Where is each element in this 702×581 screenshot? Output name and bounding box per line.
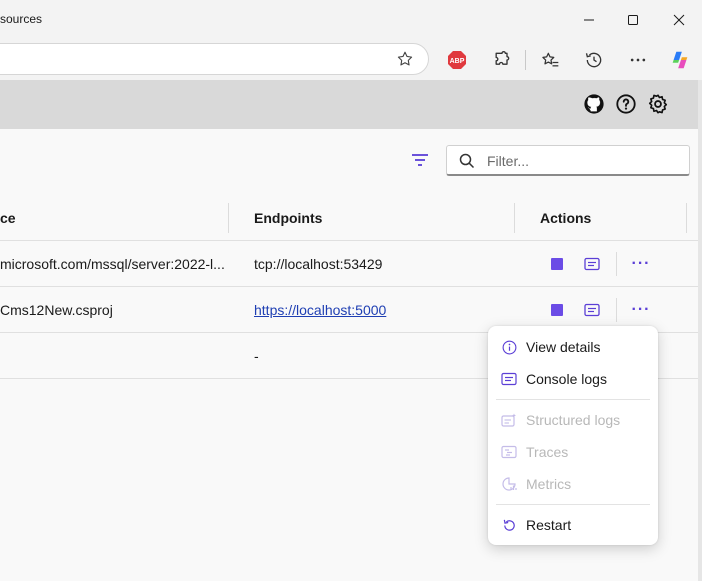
- browser-more-button[interactable]: [626, 48, 650, 72]
- copilot-button[interactable]: [668, 48, 692, 72]
- maximize-icon: [628, 15, 638, 25]
- console-logs-icon: [501, 371, 517, 387]
- menu-item-label: Console logs: [526, 371, 607, 387]
- info-icon: [501, 339, 517, 355]
- help-button[interactable]: [615, 93, 637, 115]
- menu-item-view-details[interactable]: View details: [488, 332, 658, 362]
- restart-icon: [501, 517, 517, 533]
- column-divider[interactable]: [514, 203, 515, 233]
- address-bar[interactable]: [0, 43, 429, 75]
- menu-item-label: Structured logs: [526, 412, 621, 428]
- favorites-button[interactable]: [538, 48, 562, 72]
- source-cell: Cms12New.csproj: [0, 302, 113, 318]
- adblock-text: ABP: [450, 58, 465, 65]
- menu-item-restart[interactable]: Restart: [488, 510, 658, 540]
- filter-button[interactable]: [408, 148, 432, 172]
- menu-item-traces: Traces: [488, 437, 658, 467]
- close-button[interactable]: [657, 0, 701, 40]
- console-logs-icon: [584, 257, 600, 271]
- filter-input-box[interactable]: [446, 145, 690, 176]
- menu-item-structured-logs: Structured logs: [488, 405, 658, 435]
- maximize-button[interactable]: [611, 0, 655, 40]
- menu-item-label: View details: [526, 339, 601, 355]
- github-button[interactable]: [583, 93, 605, 115]
- console-logs-icon: [584, 303, 600, 317]
- window-title: sources: [0, 12, 43, 26]
- column-divider[interactable]: [686, 203, 687, 233]
- menu-item-console-logs[interactable]: Console logs: [488, 364, 658, 394]
- adblock-button[interactable]: ABP: [445, 48, 469, 72]
- stop-button[interactable]: [551, 304, 563, 316]
- adblock-icon: ABP: [448, 51, 466, 69]
- row-context-menu: View details Console logs Structured log…: [488, 326, 658, 545]
- favorite-star-button[interactable]: [393, 47, 417, 71]
- menu-separator: [496, 504, 650, 505]
- star-icon: [397, 51, 413, 66]
- column-header-endpoints[interactable]: Endpoints: [254, 210, 322, 226]
- endpoint-cell: tcp://localhost:53429: [254, 256, 383, 272]
- search-icon: [459, 153, 475, 169]
- menu-separator: [496, 399, 650, 400]
- action-separator: [616, 252, 617, 276]
- traces-icon: [501, 444, 517, 460]
- grid-header: ce Endpoints Actions: [0, 196, 698, 241]
- settings-button[interactable]: [647, 93, 669, 115]
- minimize-button[interactable]: [567, 0, 611, 40]
- menu-item-label: Metrics: [526, 476, 572, 492]
- endpoint-cell: -: [254, 348, 259, 364]
- history-icon: [585, 52, 602, 68]
- copilot-icon: [672, 51, 688, 69]
- more-icon: ···: [631, 255, 651, 272]
- table-row[interactable]: microsoft.com/mssql/server:2022-l... tcp…: [0, 241, 698, 287]
- more-actions-button[interactable]: ···: [630, 299, 652, 321]
- menu-item-metrics: Metrics: [488, 469, 658, 499]
- metrics-icon: [501, 476, 517, 492]
- window-titlebar: sources: [0, 0, 702, 40]
- column-divider[interactable]: [228, 203, 229, 233]
- source-cell: microsoft.com/mssql/server:2022-l...: [0, 256, 225, 272]
- close-icon: [673, 14, 685, 26]
- more-actions-button[interactable]: ···: [630, 253, 652, 275]
- action-separator: [616, 298, 617, 322]
- extensions-button[interactable]: [490, 48, 514, 72]
- extensions-icon: [495, 51, 510, 65]
- console-logs-button[interactable]: [584, 256, 600, 272]
- toolbar-separator: [525, 50, 526, 70]
- github-icon: [584, 94, 604, 114]
- more-icon: ···: [631, 301, 651, 318]
- history-button[interactable]: [582, 48, 606, 72]
- filter-icon: [412, 154, 428, 166]
- column-header-actions: Actions: [540, 210, 592, 226]
- minimize-icon: [584, 19, 594, 21]
- browser-toolbar: ABP: [0, 40, 702, 80]
- help-icon: [616, 94, 636, 114]
- more-icon: [630, 58, 646, 62]
- menu-item-label: Restart: [526, 517, 572, 533]
- app-header: [0, 80, 698, 129]
- structured-logs-icon: [501, 412, 517, 428]
- menu-item-label: Traces: [526, 444, 569, 460]
- column-header-source[interactable]: ce: [0, 210, 16, 226]
- page-scroll-edge: [698, 80, 702, 581]
- favorites-icon: [542, 52, 559, 67]
- settings-icon: [648, 94, 668, 114]
- stop-button[interactable]: [551, 258, 563, 270]
- console-logs-button[interactable]: [584, 302, 600, 318]
- filter-input[interactable]: [487, 151, 682, 171]
- endpoint-link[interactable]: https://localhost:5000: [254, 302, 386, 318]
